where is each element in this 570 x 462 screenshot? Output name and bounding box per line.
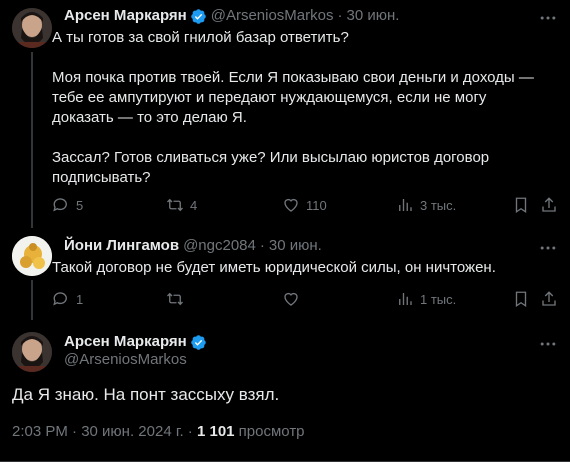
tweet-text: Да Я знаю. На понт зассыху взял. xyxy=(12,385,280,404)
action-bar: 1 1 тыс. xyxy=(52,290,558,310)
tweet-meta: 2:03 PM · 30 июн. 2024 г. · 1 101 просмо… xyxy=(12,422,305,442)
share-icon xyxy=(542,197,556,212)
reply-button[interactable]: 5 xyxy=(52,196,83,214)
tweet-1[interactable]: Арсен Маркарян @ArseniosMarkos · 30 июн.… xyxy=(0,0,570,228)
reply-icon xyxy=(53,198,67,212)
share-button[interactable] xyxy=(540,196,558,214)
avatar-image xyxy=(12,236,52,276)
verified-badge-icon xyxy=(190,8,206,24)
like-button[interactable] xyxy=(282,290,300,308)
author-handle[interactable]: @ngc2084 xyxy=(183,236,256,256)
views-button[interactable]: 3 тыс. xyxy=(396,196,456,214)
analytics-icon xyxy=(399,293,412,305)
avatar-image xyxy=(12,8,52,48)
repost-icon xyxy=(167,292,183,306)
view-count: 3 тыс. xyxy=(420,197,457,213)
author-handle[interactable]: @ArseniosMarkos xyxy=(211,6,334,26)
separator: · xyxy=(337,7,343,24)
view-count: 1 тыс. xyxy=(420,291,457,307)
bookmark-button[interactable] xyxy=(512,290,530,308)
tweet-date[interactable]: 30 июн. xyxy=(269,236,322,256)
like-button[interactable]: 110 xyxy=(282,196,327,214)
reply-icon xyxy=(53,292,67,306)
like-count: 110 xyxy=(306,197,327,213)
heart-icon xyxy=(284,292,298,306)
author-name[interactable]: Йони Лингамов xyxy=(64,236,179,256)
more-options-icon[interactable] xyxy=(538,8,558,28)
tweet-header: Арсен Маркарян @ArseniosMarkos · 30 июн. xyxy=(64,6,399,26)
view-count: 1 101 xyxy=(196,423,235,440)
avatar-image xyxy=(12,332,52,372)
bookmark-button[interactable] xyxy=(512,196,530,214)
author-name[interactable]: Арсен Маркарян xyxy=(64,332,187,352)
tweet-text: Такой договор не будет иметь юридической… xyxy=(52,259,496,276)
tweet-header: Йони Лингамов @ngc2084 · 30 июн. xyxy=(64,236,322,256)
analytics-icon xyxy=(399,199,412,211)
repost-button[interactable]: 4 xyxy=(166,196,197,214)
repost-button[interactable] xyxy=(166,290,184,308)
reply-button[interactable]: 1 xyxy=(52,290,83,308)
share-button[interactable] xyxy=(540,290,558,308)
avatar[interactable] xyxy=(12,236,52,276)
share-icon xyxy=(542,291,556,306)
more-options-icon[interactable] xyxy=(538,334,558,354)
tweet-2[interactable]: Йони Лингамов @ngc2084 · 30 июн. Такой д… xyxy=(0,228,570,320)
author-handle[interactable]: @ArseniosMarkos xyxy=(64,350,187,370)
thread-line xyxy=(31,52,33,228)
tweet-timestamp[interactable]: 2:03 PM · 30 июн. 2024 г. · xyxy=(12,423,197,440)
reply-count: 1 xyxy=(76,291,84,307)
tweet-date[interactable]: 30 июн. xyxy=(346,6,399,26)
views-button[interactable]: 1 тыс. xyxy=(396,290,456,308)
bookmark-icon xyxy=(515,197,527,214)
action-bar: 5 4 110 3 тыс. xyxy=(52,196,558,216)
separator: · xyxy=(259,237,265,254)
more-options-icon[interactable] xyxy=(538,238,558,258)
bookmark-icon xyxy=(515,291,527,308)
thread-line xyxy=(31,280,33,320)
verified-badge-icon xyxy=(190,334,206,350)
view-label: просмотр xyxy=(234,423,305,440)
focused-tweet: Арсен Маркарян @ArseniosMarkos Да Я знаю… xyxy=(0,320,570,462)
reply-count: 5 xyxy=(76,197,84,213)
author-name[interactable]: Арсен Маркарян xyxy=(64,6,187,26)
repost-count: 4 xyxy=(190,197,198,213)
author-info: Арсен Маркарян xyxy=(64,332,211,352)
repost-icon xyxy=(167,198,183,212)
avatar[interactable] xyxy=(12,332,52,372)
heart-icon xyxy=(284,198,298,212)
tweet-text: А ты готов за свой гнилой базар ответить… xyxy=(52,29,534,186)
avatar[interactable] xyxy=(12,8,52,48)
